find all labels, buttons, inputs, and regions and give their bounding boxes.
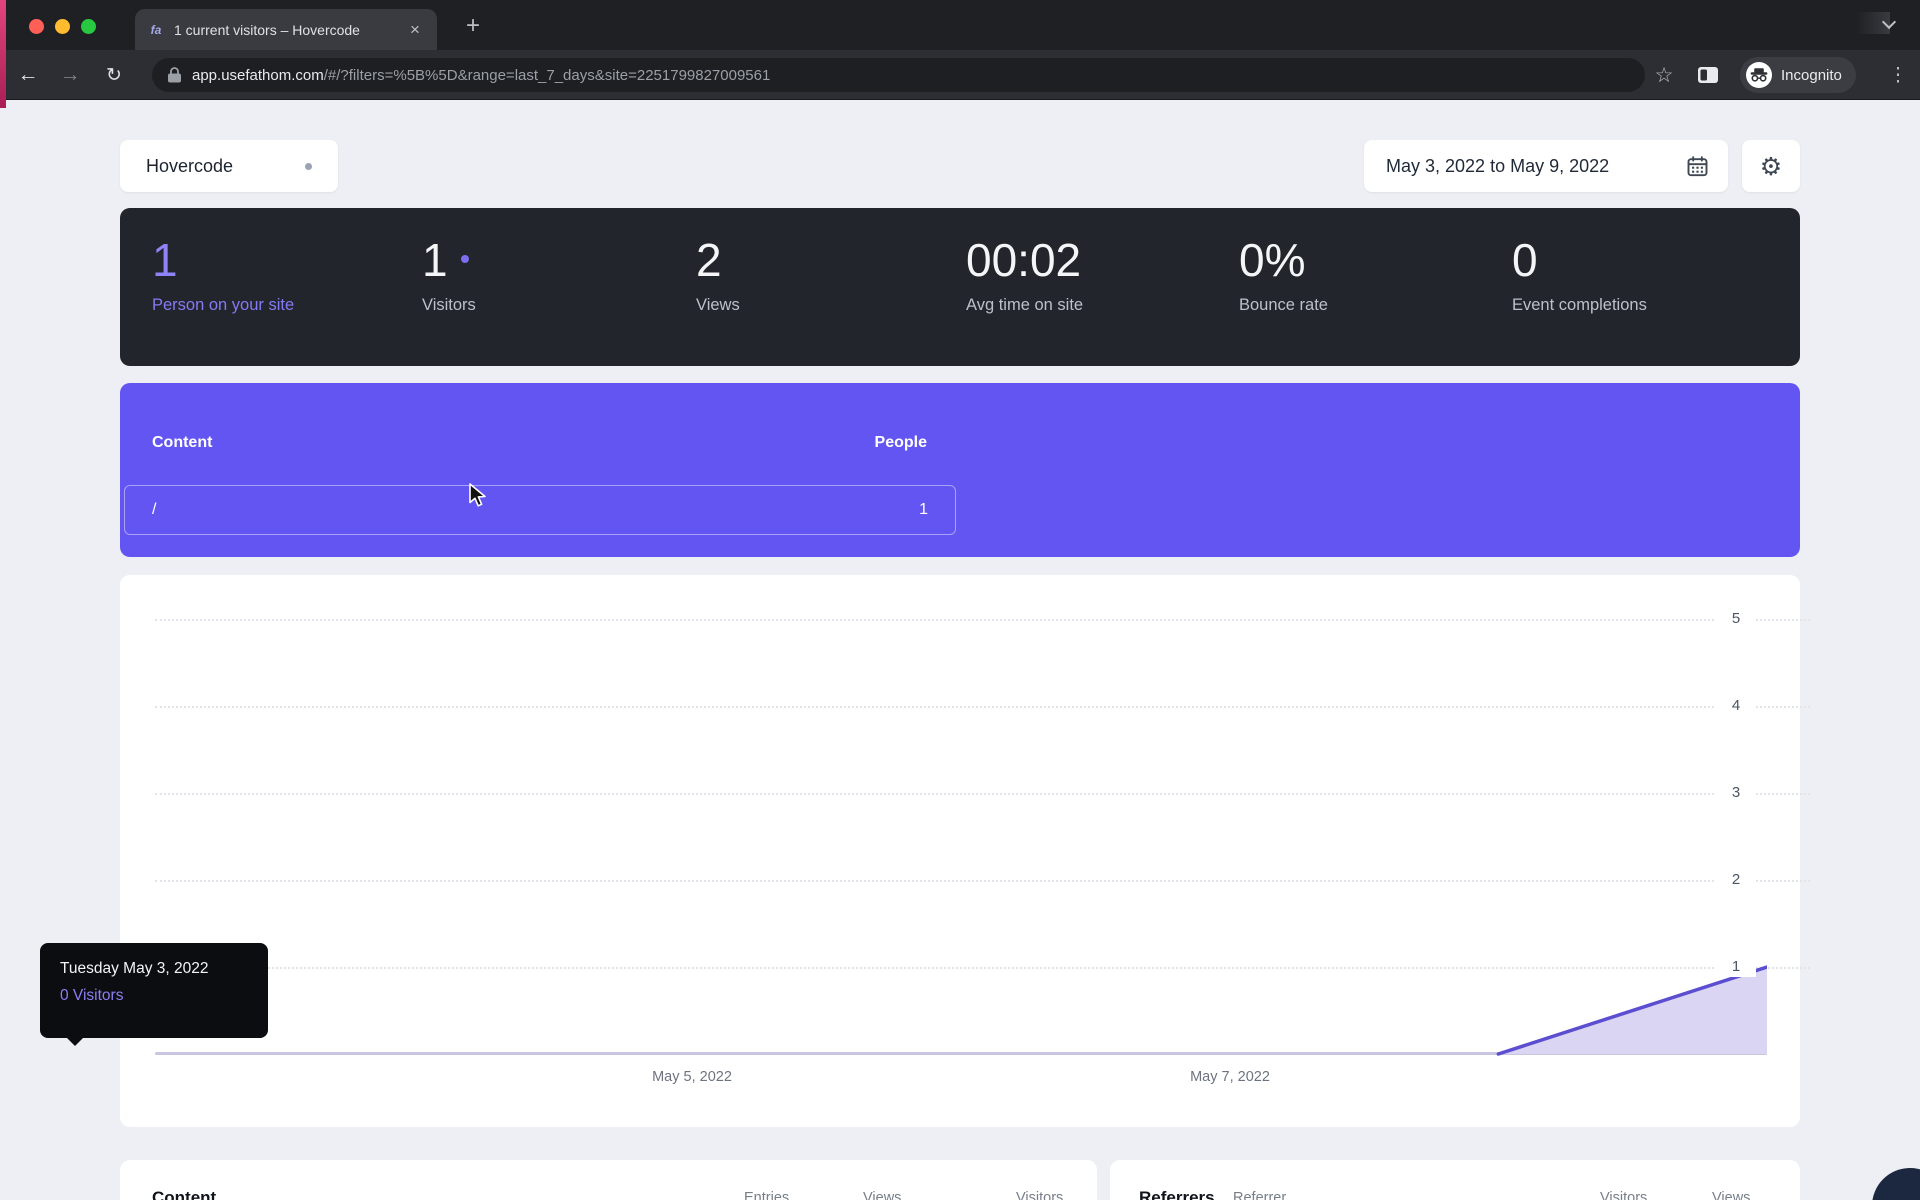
incognito-icon: [1746, 62, 1772, 88]
x-axis-label: May 5, 2022: [652, 1069, 732, 1085]
incognito-badge: Incognito: [1740, 57, 1856, 93]
stat-label: Event completions: [1512, 295, 1647, 314]
tab-title: 1 current visitors – Hovercode: [174, 21, 360, 38]
tooltip-date: Tuesday May 3, 2022: [60, 960, 209, 977]
lock-icon: [168, 67, 181, 83]
new-tab-button[interactable]: +: [459, 12, 487, 40]
y-axis-tick: 5: [1716, 608, 1756, 629]
stat-value: 2: [696, 234, 722, 286]
stat-label: Avg time on site: [966, 295, 1084, 314]
y-axis-tick: 1: [1716, 956, 1756, 977]
stat-value: 1: [152, 234, 178, 286]
stat-label: Bounce rate: [1239, 295, 1328, 314]
content-card-title: Content: [152, 1188, 217, 1200]
gear-icon: ⚙: [1759, 151, 1783, 181]
traffic-light-close[interactable]: [29, 19, 44, 34]
browser-toolbar: ← → ↻ app.usefathom.com/#/?filters=%5B%5…: [0, 50, 1920, 100]
stat-views[interactable]: 2 Views: [696, 208, 740, 315]
traffic-light-minimize[interactable]: [55, 19, 70, 34]
referrer-column-header[interactable]: Referrer: [1233, 1190, 1286, 1200]
bookmark-star-icon[interactable]: ☆: [1648, 50, 1680, 100]
tab-strip: fa 1 current visitors – Hovercode × +: [0, 0, 1920, 50]
tooltip-visitors: 0 Visitors: [60, 987, 124, 1004]
y-axis-tick: 4: [1716, 695, 1756, 716]
browser-tab[interactable]: fa 1 current visitors – Hovercode ×: [135, 9, 437, 50]
stat-label: Views: [696, 295, 740, 314]
calendar-icon: [1687, 155, 1708, 176]
entries-column-header[interactable]: Entries: [744, 1190, 789, 1200]
live-dot: [460, 255, 469, 263]
close-tab-icon[interactable]: ×: [405, 20, 425, 40]
forward-icon[interactable]: →: [52, 50, 88, 100]
stat-event-completions[interactable]: 0 Event completions: [1512, 208, 1647, 315]
y-axis-tick: 2: [1716, 869, 1756, 890]
mouse-cursor-icon: [466, 483, 490, 514]
stat-value: 0: [1512, 234, 1538, 286]
views-column-header[interactable]: Views: [1712, 1190, 1750, 1200]
people-column-header: People: [874, 434, 927, 451]
stats-bar: 1 Person on your site 1 Visitors 2 Views…: [120, 208, 1800, 366]
stat-label: Person on your site: [152, 295, 295, 314]
desktop-wallpaper-sliver: [0, 0, 6, 108]
live-visitors-panel: Content People / 1: [120, 383, 1800, 557]
chart-tooltip: Tuesday May 3, 2022 0 Visitors: [40, 943, 268, 1046]
site-selector-button[interactable]: Hovercode: [120, 140, 338, 192]
stat-value: 0%: [1239, 234, 1306, 286]
stat-bounce-rate[interactable]: 0% Bounce rate: [1239, 208, 1328, 315]
fathom-favicon-icon: fa: [150, 22, 162, 37]
stat-visitors[interactable]: 1 Visitors: [422, 208, 476, 315]
browser-menu-icon[interactable]: ⋮: [1884, 50, 1912, 100]
settings-button[interactable]: ⚙: [1742, 140, 1800, 192]
url-text: app.usefathom.com/#/?filters=%5B%5D&rang…: [192, 66, 771, 84]
stat-value: 00:02: [966, 234, 1082, 286]
site-status-dot: [305, 162, 312, 170]
visitors-column-header[interactable]: Visitors: [1016, 1190, 1063, 1200]
visitors-chart-card: 5 4 3 2 1 May 5, 2022 May 7, 2022: [120, 575, 1810, 1127]
referrers-card-title: Referrers: [1139, 1188, 1215, 1200]
reload-icon[interactable]: ↻: [96, 50, 132, 100]
x-axis-label: May 7, 2022: [1190, 1069, 1270, 1085]
live-content-path: /: [152, 501, 157, 518]
chat-widget-button[interactable]: [1872, 1168, 1920, 1200]
stat-value: 1: [422, 234, 476, 287]
stat-label: Visitors: [422, 295, 476, 314]
content-card: Content Entries Views Visitors: [120, 1160, 1097, 1200]
incognito-label: Incognito: [1781, 66, 1842, 84]
stat-avg-time[interactable]: 00:02 Avg time on site: [966, 208, 1083, 315]
traffic-light-zoom[interactable]: [81, 19, 96, 34]
back-icon[interactable]: ←: [10, 50, 46, 100]
y-axis-tick: 3: [1716, 782, 1756, 803]
live-content-row[interactable]: / 1: [124, 485, 956, 535]
date-range-button[interactable]: May 3, 2022 to May 9, 2022: [1364, 140, 1728, 192]
stat-person-on-site[interactable]: 1 Person on your site: [152, 208, 294, 315]
visitors-column-header[interactable]: Visitors: [1600, 1190, 1647, 1200]
referrers-card: Referrers Referrer Visitors Views: [1110, 1160, 1800, 1200]
views-column-header[interactable]: Views: [863, 1190, 901, 1200]
site-name: Hovercode: [146, 155, 234, 176]
address-bar[interactable]: app.usefathom.com/#/?filters=%5B%5D&rang…: [152, 58, 1645, 92]
side-panel-icon[interactable]: [1698, 67, 1718, 88]
visitors-area-chart: [155, 965, 1767, 1056]
date-range-label: May 3, 2022 to May 9, 2022: [1386, 155, 1610, 176]
live-people-count: 1: [919, 501, 928, 518]
screen: fa 1 current visitors – Hovercode × + ← …: [0, 0, 1920, 1200]
